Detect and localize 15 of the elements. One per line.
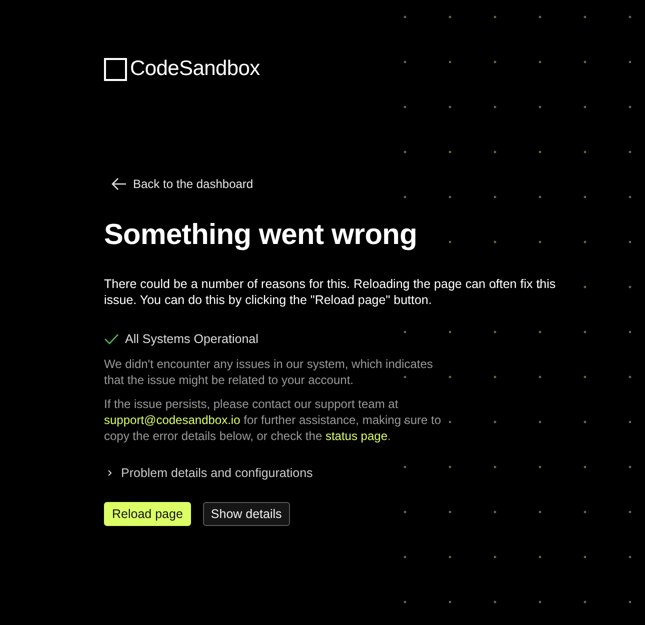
square-logo-icon <box>104 58 127 80</box>
status-label: All Systems Operational <box>125 332 258 346</box>
logo-text: CodeSandbox <box>130 57 260 81</box>
support-paragraph: If the issue persists, please contact our support team at support@codesandbox.io for further assistance, making sure to copy the error details below, or check the status page. <box>104 396 442 444</box>
chevron-icon <box>106 469 114 477</box>
reload-button[interactable]: Reload page <box>104 502 191 526</box>
status-page-link[interactable]: status page <box>325 429 388 443</box>
status-note: We didn't encounter any issues in our system, which indicates that the issue might be related to your account. <box>104 356 434 388</box>
page-heading: Something went wrong <box>104 219 418 252</box>
email-link[interactable]: support@codesandbox.io <box>104 413 240 427</box>
details-toggle[interactable]: Problem details and configurations <box>104 466 313 480</box>
back-link[interactable]: Back to the dashboard <box>111 177 254 191</box>
arrow-left-icon <box>111 177 127 191</box>
details-button[interactable]: Show details <box>202 502 290 526</box>
intro-paragraph: There could be a number of reasons for this. Reloading the page can often fix this issue. You can do this by clicking the "Reload page" button. <box>104 276 557 308</box>
